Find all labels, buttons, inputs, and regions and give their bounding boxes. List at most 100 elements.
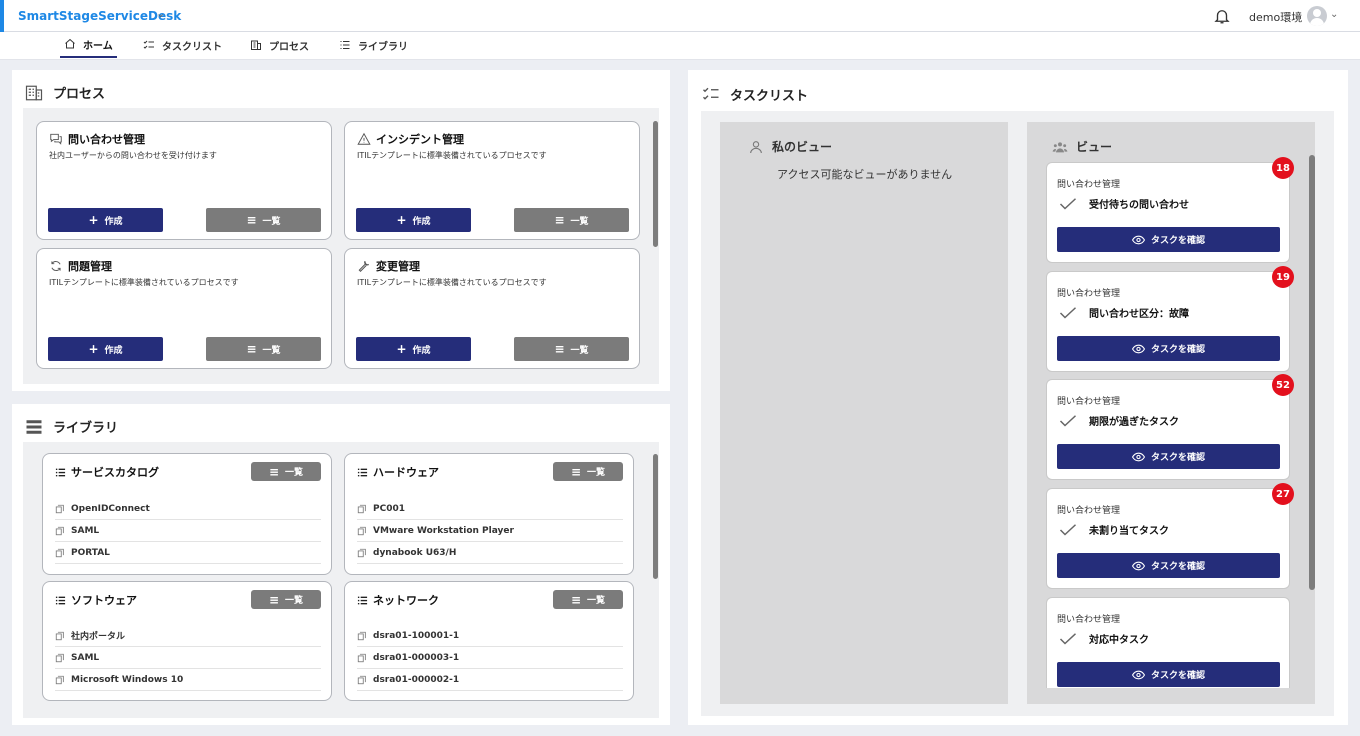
list-button[interactable]: ≡ 一覧 [251,590,321,609]
tab-library[interactable]: ライブラリ [335,32,412,58]
list-item[interactable]: SAML [55,520,321,542]
view-card-name-label: 問い合わせ区分：故障 [1089,309,1189,320]
process-card-name: 問い合わせ管理 [68,133,145,146]
server-list-icon [26,419,42,434]
bell-icon[interactable] [1213,7,1231,25]
eye-icon [1131,561,1145,570]
list-item-label: 社内ポータル [71,632,126,642]
check-tasks-button[interactable]: タスクを確認 [1057,662,1280,687]
menu-icon: ≡ [570,464,582,479]
menu-icon: ≡ [268,592,280,607]
document-icon [55,504,64,513]
check-tasks-button-label: タスクを確認 [1150,671,1205,681]
chat-icon [50,133,62,145]
tab-process[interactable]: プロセス [246,32,313,58]
list-item[interactable]: SAML [55,647,321,669]
list-button-label: 一覧 [262,345,281,356]
library-panel-title: ライブラリ [25,417,118,436]
environment-name[interactable]: demo環境 [1249,9,1302,25]
process-card-name: インシデント管理 [376,133,464,146]
process-panel-title: プロセス [25,83,105,102]
list-button-label: 一覧 [285,596,304,606]
process-panel-label: プロセス [53,87,106,102]
list-button[interactable]: ≡ 一覧 [206,208,321,232]
tab-home-label: ホーム [83,40,113,52]
tab-home[interactable]: ホーム [60,32,117,58]
list-item-label: dsra01-000002-1 [373,674,460,685]
list-item-label: PC001 [373,503,405,514]
check-tasks-button[interactable]: タスクを確認 [1057,444,1280,469]
list-item-label: dsra01-000003-1 [373,652,460,663]
menu-icon: ≡ [246,213,257,227]
library-card-title: ネットワーク [357,592,439,608]
list-button[interactable]: ≡ 一覧 [553,462,623,481]
view-card: 問い合わせ管理 未割り当てタスク タスクを確認 [1046,488,1290,589]
process-scrollbar[interactable] [653,121,658,247]
library-panel-label: ライブラリ [53,421,119,436]
list-icon [55,596,66,604]
list-item[interactable]: dsra01-100001-1 [357,625,623,647]
menu-icon: ≡ [570,592,582,607]
document-icon [357,548,366,557]
create-button[interactable]: + 作成 [48,208,163,232]
list-button[interactable]: ≡ 一覧 [251,462,321,481]
check-tasks-button[interactable]: タスクを確認 [1057,336,1280,361]
list-item[interactable]: dsra01-000002-1 [357,669,623,691]
check-tasks-button-label: タスクを確認 [1150,236,1205,246]
check-tasks-button[interactable]: タスクを確認 [1057,553,1280,578]
library-scrollbar[interactable] [653,454,658,579]
list-button-label: 一覧 [587,468,606,478]
view-card: 問い合わせ管理 受付待ちの問い合わせ タスクを確認 [1046,162,1290,263]
tab-tasklist[interactable]: タスクリスト [139,32,226,58]
menu-icon: ≡ [554,213,565,227]
avatar[interactable] [1307,6,1327,26]
list-icon [340,40,350,50]
view-card-name: 問い合わせ区分：故障 [1059,305,1189,320]
process-card-desc: 社内ユーザーからの問い合わせを受け付けます [49,151,217,160]
plus-icon: + [88,342,99,356]
count-badge: 27 [1272,483,1294,505]
process-card-name: 変更管理 [376,260,420,273]
list-item-label: Microsoft Windows 10 [71,674,184,685]
tab-library-label: ライブラリ [358,41,408,53]
list-item[interactable]: dynabook U63/H [357,542,623,564]
top-bar: SmartStageServiceDesk ⌄ demo環境 ⌄ [0,0,1360,32]
view-card: 問い合わせ管理 対応中タスク タスクを確認 [1046,597,1290,688]
document-icon [357,526,366,535]
my-view-label: 私のビュー [772,140,833,154]
list-button-label: 一覧 [262,216,281,227]
document-icon [357,675,366,684]
views-title: ビュー [1052,138,1112,155]
chevron-down-icon[interactable]: ⌄ [156,7,165,20]
list-item[interactable]: PORTAL [55,542,321,564]
list-button[interactable]: ≡ 一覧 [206,337,321,361]
view-card-process: 問い合わせ管理 [1057,180,1121,190]
create-button[interactable]: + 作成 [356,208,471,232]
process-card-change: 変更管理 ITILテンプレートに標準装備されているプロセスです + 作成 ≡ 一覧 [344,248,640,369]
create-button-label: 作成 [412,345,431,356]
create-button[interactable]: + 作成 [48,337,163,361]
check-tasks-button[interactable]: タスクを確認 [1057,227,1280,252]
view-card-name-label: 期限が過ぎたタスク [1089,417,1179,428]
list-item[interactable]: Microsoft Windows 10 [55,669,321,691]
process-card-inquiry: 問い合わせ管理 社内ユーザーからの問い合わせを受け付けます + 作成 ≡ 一覧 [36,121,332,240]
list-item[interactable]: 社内ポータル [55,625,321,647]
list-item[interactable]: dsra01-000003-1 [357,647,623,669]
library-card-name: ネットワーク [373,594,439,607]
list-button[interactable]: ≡ 一覧 [514,208,629,232]
check-icon [1059,414,1077,427]
create-button[interactable]: + 作成 [356,337,471,361]
my-view-title: 私のビュー [748,138,832,155]
view-card-name: 未割り当てタスク [1059,522,1169,537]
list-item[interactable]: OpenIDConnect [55,498,321,520]
plus-icon: + [396,213,407,227]
list-button-label: 一覧 [285,468,304,478]
process-card-incident: インシデント管理 ITILテンプレートに標準装備されているプロセスです + 作成 … [344,121,640,240]
chevron-down-icon[interactable]: ⌄ [1330,9,1338,20]
list-button[interactable]: ≡ 一覧 [553,590,623,609]
list-button[interactable]: ≡ 一覧 [514,337,629,361]
list-item[interactable]: VMware Workstation Player [357,520,623,542]
view-card: 問い合わせ管理 問い合わせ区分：故障 タスクを確認 [1046,271,1290,372]
document-icon [357,631,366,640]
list-item[interactable]: PC001 [357,498,623,520]
